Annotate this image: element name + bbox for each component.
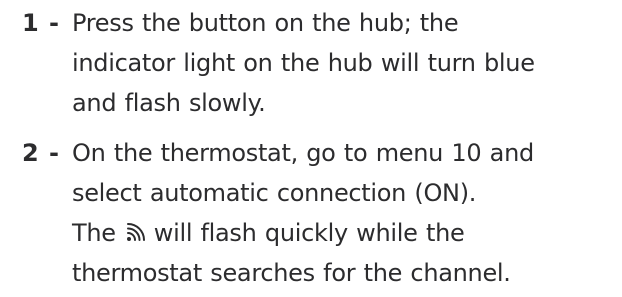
step-2: 2 - On the thermostat, go to menu 10 and… [22,133,614,293]
step-text: Press the button on the hub; the indicat… [72,3,614,123]
step-text-line: On the thermostat, go to menu 10 and [72,139,534,167]
step-1: 1 - Press the button on the hub; the ind… [22,3,614,123]
step-text-line-with-icon: The will flash quickly while the [72,213,614,253]
step-number: 1 - [22,9,61,37]
step-text-line: Press the button on the hub; the [72,9,459,37]
step-text-line: thermostat searches for the channel. [72,259,511,287]
step-text: On the thermostat, go to menu 10 and sel… [72,133,614,293]
wireless-signal-icon [124,216,146,241]
step-text-line: select automatic connection (ON). [72,179,477,207]
step-number: 2 - [22,139,61,167]
step-text-line: indicator light on the hub will turn blu… [72,49,535,77]
step-text-fragment: The [72,219,116,247]
step-text-line: and flash slowly. [72,89,266,117]
step-text-fragment: will flash quickly while the [153,219,465,247]
